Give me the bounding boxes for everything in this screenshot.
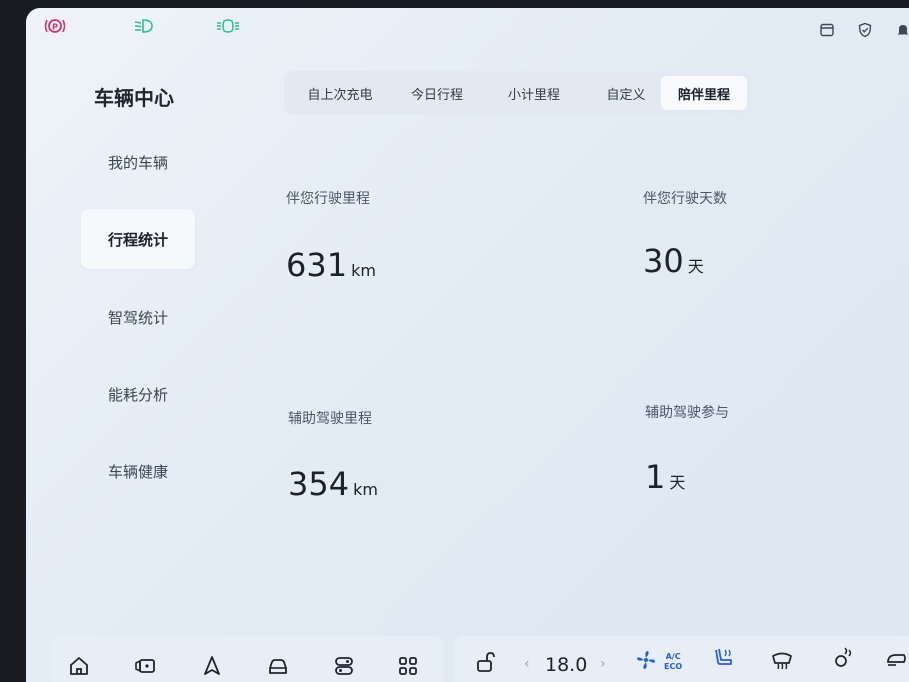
temperature-increase[interactable]: ›: [600, 656, 606, 672]
tab-trip-meter[interactable]: 小计里程: [486, 76, 582, 110]
tab-today-trip[interactable]: 今日行程: [394, 76, 480, 110]
dock-left-panel: [52, 636, 444, 682]
bottom-dock: ‹ 18.0 › A/C ECO: [26, 636, 909, 682]
vehicle-icon[interactable]: [266, 654, 290, 678]
ac-eco-button[interactable]: A/C ECO: [664, 652, 682, 672]
svg-text:P: P: [52, 23, 58, 32]
temperature-value: 18.0: [545, 654, 588, 676]
unlock-icon[interactable]: [474, 650, 498, 674]
tab-custom[interactable]: 自定义: [586, 76, 666, 110]
companion-mileage-label: 伴您行驶里程: [286, 191, 370, 207]
assist-mileage-value: 354 km: [288, 465, 378, 503]
tab-companion-mileage[interactable]: 陪伴里程: [661, 76, 747, 110]
screen: P 车辆中心 我的车辆 行程统计 智驾统计 能耗分析 车辆健康 自上次充电 今日…: [26, 8, 909, 682]
sidebar-item-smart-driving-statistics[interactable]: 智驾统计: [81, 287, 195, 347]
temperature-decrease[interactable]: ‹: [524, 656, 530, 672]
fan-icon[interactable]: [634, 648, 658, 672]
companion-days-label: 伴您行驶天数: [643, 191, 727, 207]
tab-bar: 自上次充电 今日行程 小计里程 自定义 陪伴里程: [284, 71, 750, 115]
companion-mileage-value: 631 km: [286, 246, 376, 284]
mirror-heating-icon[interactable]: [884, 646, 908, 670]
low-beam-icon: [134, 19, 153, 33]
notification-bell-icon[interactable]: [895, 22, 909, 38]
home-icon[interactable]: [67, 654, 91, 678]
sidebar-item-my-vehicle[interactable]: 我的车辆: [81, 132, 195, 192]
steering-heating-icon[interactable]: [831, 646, 855, 670]
media-icon[interactable]: [133, 654, 157, 678]
sidebar-item-energy-analysis[interactable]: 能耗分析: [81, 364, 195, 424]
apps-grid-icon[interactable]: [396, 654, 420, 678]
controls-icon[interactable]: [332, 654, 356, 678]
sidebar-item-vehicle-health[interactable]: 车辆健康: [81, 441, 195, 501]
shield-icon[interactable]: [857, 22, 873, 38]
fog-light-icon: [217, 19, 239, 33]
rear-defrost-icon[interactable]: [770, 648, 794, 672]
page-title: 车辆中心: [94, 86, 174, 110]
assist-days-value: 1天: [645, 458, 686, 496]
calendar-icon[interactable]: [819, 22, 835, 38]
companion-days-value: 30 天: [643, 242, 704, 280]
assist-mileage-label: 辅助驾驶里程: [288, 411, 372, 427]
seat-heating-icon[interactable]: [712, 646, 736, 670]
sidebar-item-trip-statistics[interactable]: 行程统计: [81, 209, 195, 269]
navigation-icon[interactable]: [200, 654, 224, 678]
assist-days-label: 辅助驾驶参与: [645, 405, 729, 421]
parking-brake-icon: P: [44, 19, 66, 33]
tab-since-last-charge[interactable]: 自上次充电: [292, 76, 388, 110]
